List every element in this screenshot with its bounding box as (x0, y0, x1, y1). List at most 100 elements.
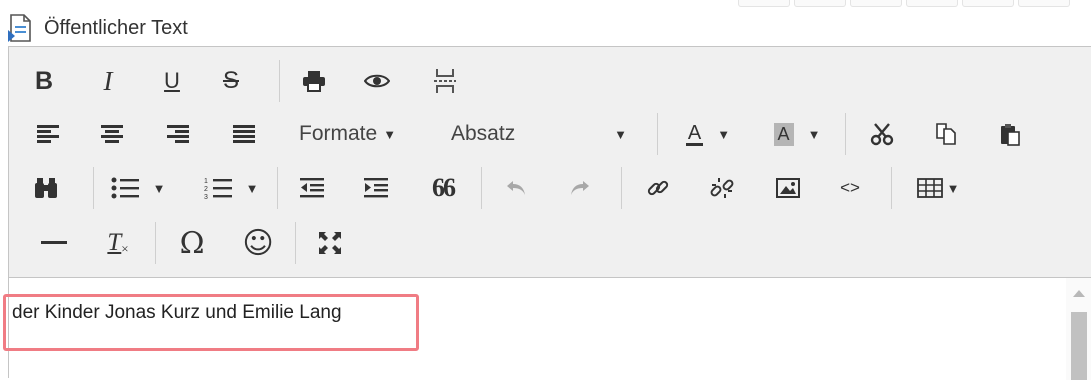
tab-placeholder[interactable] (794, 0, 846, 7)
copy-icon (936, 123, 956, 145)
toolbar-separator (295, 222, 296, 264)
align-justify-button[interactable] (229, 114, 259, 154)
redo-icon (571, 181, 589, 195)
indent-icon (364, 178, 388, 198)
highlight-box (3, 294, 419, 351)
toolbar-separator (93, 167, 94, 209)
outdent-button[interactable] (297, 168, 327, 208)
chevron-down-icon: ▼ (807, 126, 821, 142)
emoticons-button[interactable]: ☺ (241, 223, 275, 263)
binoculars-icon (35, 178, 57, 198)
toolbar-separator (279, 60, 280, 102)
svg-text:3: 3 (204, 194, 208, 200)
clear-formatting-button[interactable]: T × (101, 223, 135, 263)
bullet-list-icon (111, 177, 139, 199)
image-icon (776, 178, 800, 198)
background-color-label: A (773, 122, 794, 146)
smiley-icon: ☺ (242, 225, 274, 261)
redo-button[interactable] (565, 168, 595, 208)
toolbar-separator (657, 113, 658, 155)
insert-image-button[interactable] (773, 168, 803, 208)
chevron-down-icon: ▼ (614, 126, 627, 142)
tab-placeholder[interactable] (1018, 0, 1070, 7)
svg-text:2: 2 (204, 186, 208, 193)
underline-button[interactable]: U (157, 61, 187, 101)
bold-label: B (34, 66, 54, 95)
editor-content-area[interactable]: der Kinder Jonas Kurz und Emilie Lang (3, 277, 1091, 380)
toolbar-separator (845, 113, 846, 155)
document-icon (8, 14, 34, 42)
omega-icon: Ω (179, 225, 205, 261)
preview-button[interactable] (359, 61, 395, 101)
toolbar-separator (277, 167, 278, 209)
rich-text-editor: B I U S Formate ▼ Absatz ▼ A ▼ A ▼ ▼ 1 2… (3, 46, 1091, 380)
underline-label: U (164, 68, 180, 93)
source-code-button[interactable]: <> (835, 168, 865, 208)
scroll-thumb[interactable] (1071, 312, 1087, 380)
tab-placeholder[interactable] (906, 0, 958, 7)
bullet-list-button[interactable]: ▼ (105, 168, 171, 208)
undo-button[interactable] (501, 168, 531, 208)
align-left-icon (37, 125, 59, 143)
code-icon: <> (840, 178, 860, 197)
numbered-list-button[interactable]: 123 ▼ (197, 168, 265, 208)
align-right-button[interactable] (163, 114, 193, 154)
horizontal-rule-button[interactable] (39, 223, 69, 263)
align-center-icon (101, 125, 123, 143)
tab-placeholder[interactable] (850, 0, 902, 7)
outdent-icon (300, 178, 324, 198)
cut-button[interactable] (867, 114, 897, 154)
insert-link-button[interactable] (643, 168, 673, 208)
x-mark-icon: × (121, 241, 129, 256)
scroll-up-arrow-icon[interactable] (1073, 290, 1085, 297)
eye-icon (364, 74, 390, 88)
tab-placeholder[interactable] (962, 0, 1014, 7)
fullscreen-button[interactable] (315, 223, 345, 263)
print-button[interactable] (297, 61, 331, 101)
font-color-button[interactable]: A ▼ (673, 114, 743, 154)
toolbar-separator (621, 167, 622, 209)
page-break-button[interactable] (427, 61, 463, 101)
bold-button[interactable]: B (29, 61, 59, 101)
align-justify-icon (233, 125, 255, 143)
font-color-label: A (685, 121, 704, 146)
italic-label: I (103, 65, 113, 96)
remove-link-button[interactable] (707, 168, 737, 208)
undo-icon (507, 181, 525, 195)
align-left-button[interactable] (33, 114, 63, 154)
block-format-dropdown[interactable]: Absatz ▼ (451, 114, 651, 154)
page-title: Öffentlicher Text (44, 16, 188, 39)
align-center-button[interactable] (97, 114, 127, 154)
indent-button[interactable] (361, 168, 391, 208)
toolbar-separator (891, 167, 892, 209)
special-character-button[interactable]: Ω (175, 223, 209, 263)
tab-placeholder[interactable] (738, 0, 790, 7)
table-button[interactable]: ▼ (909, 168, 967, 208)
print-icon (303, 71, 325, 92)
strikethrough-button[interactable]: S (215, 61, 247, 101)
paste-icon (1001, 124, 1020, 146)
formats-dropdown[interactable]: Formate ▼ (299, 114, 421, 154)
chevron-down-icon: ▼ (152, 180, 166, 196)
toolbar-separator (155, 222, 156, 264)
italic-button[interactable]: I (93, 61, 123, 101)
strikethrough-label: S (222, 67, 239, 94)
top-tab-strip (738, 0, 1070, 8)
page-break-icon (434, 69, 456, 93)
chevron-down-icon: ▼ (946, 180, 960, 196)
background-color-button[interactable]: A ▼ (761, 114, 833, 154)
blockquote-button[interactable]: 66 (423, 168, 463, 208)
copy-button[interactable] (931, 114, 961, 154)
chevron-down-icon: ▼ (383, 126, 397, 142)
find-replace-button[interactable] (31, 168, 61, 208)
fullscreen-icon (319, 232, 341, 254)
unlink-icon (710, 178, 734, 198)
chevron-down-icon: ▼ (717, 126, 731, 142)
quote-icon: 66 (432, 173, 456, 202)
vertical-scrollbar[interactable] (1066, 278, 1091, 380)
table-icon (916, 178, 943, 198)
paste-button[interactable] (995, 114, 1025, 154)
section-title-row: Öffentlicher Text (8, 12, 188, 44)
numbered-list-icon: 123 (204, 178, 232, 200)
toolbar-separator (481, 167, 482, 209)
